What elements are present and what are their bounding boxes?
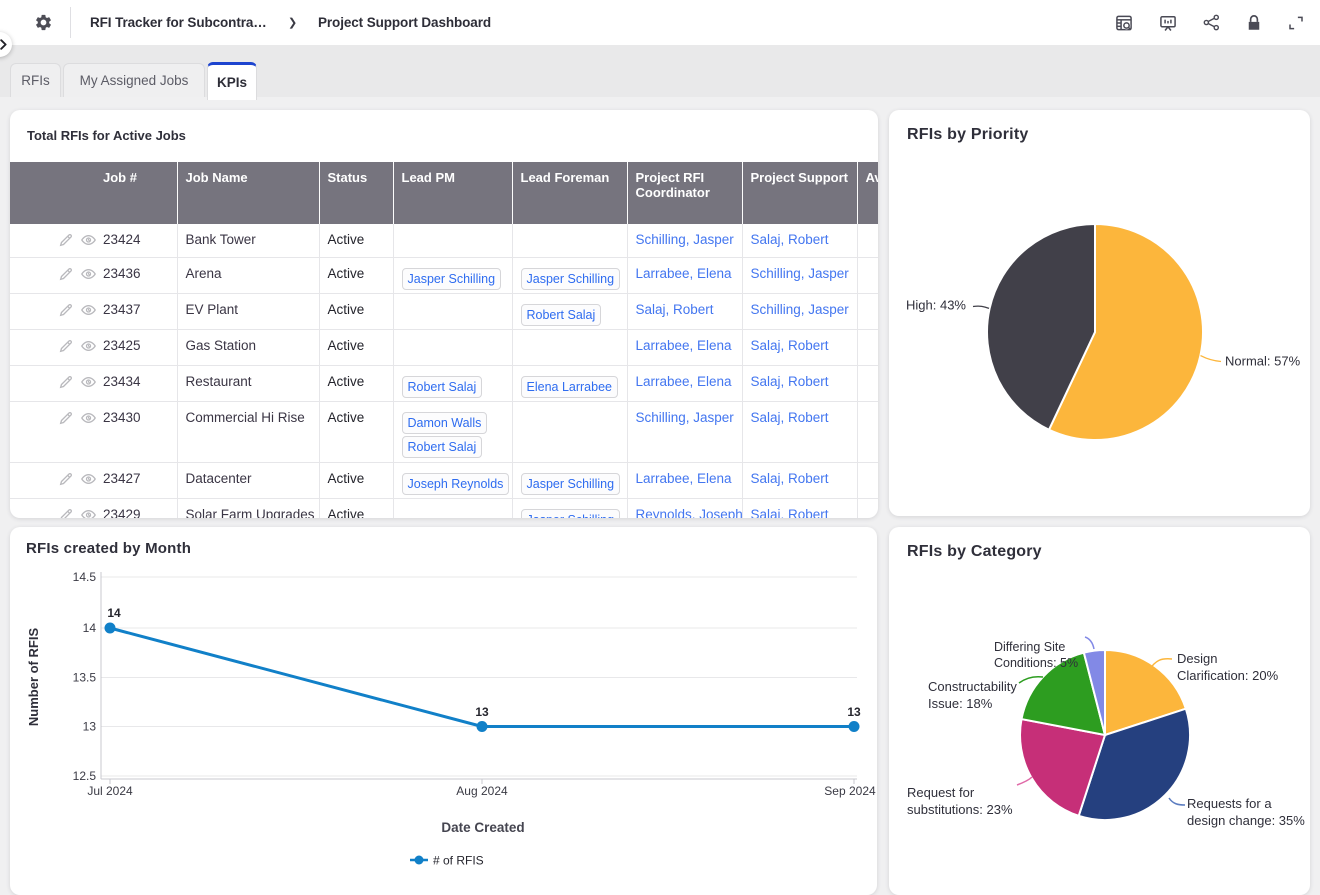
svg-text:Date Created: Date Created: [441, 820, 524, 835]
svg-text:13.5: 13.5: [73, 671, 97, 685]
svg-text:Requests for a: Requests for a: [1187, 796, 1272, 811]
svg-text:Request for: Request for: [907, 785, 975, 800]
svg-text:Design: Design: [1177, 651, 1217, 666]
svg-text:13: 13: [83, 720, 97, 734]
svg-text:Jul 2024: Jul 2024: [87, 784, 133, 798]
svg-text:13: 13: [847, 705, 861, 719]
svg-text:# of RFIS: # of RFIS: [433, 854, 484, 868]
svg-text:14.5: 14.5: [73, 570, 97, 584]
svg-text:13: 13: [475, 705, 489, 719]
svg-text:substitutions: 23%: substitutions: 23%: [907, 802, 1013, 817]
svg-text:Aug 2024: Aug 2024: [456, 784, 508, 798]
svg-text:14: 14: [107, 606, 121, 620]
svg-text:Issue: 18%: Issue: 18%: [928, 696, 993, 711]
svg-text:14: 14: [83, 621, 97, 635]
svg-text:design change: 35%: design change: 35%: [1187, 813, 1305, 828]
svg-text:High: 43%: High: 43%: [906, 298, 966, 313]
svg-text:Number of RFIS: Number of RFIS: [26, 628, 41, 727]
svg-text:Sep 2024: Sep 2024: [824, 784, 876, 798]
svg-text:Differing Site: Differing Site: [994, 640, 1065, 654]
svg-text:Normal: 57%: Normal: 57%: [1225, 354, 1301, 369]
svg-text:Constructability: Constructability: [928, 679, 1017, 694]
svg-text:Clarification: 20%: Clarification: 20%: [1177, 668, 1279, 683]
svg-text:12.5: 12.5: [73, 769, 97, 783]
svg-text:Conditions: 5%: Conditions: 5%: [994, 656, 1078, 670]
